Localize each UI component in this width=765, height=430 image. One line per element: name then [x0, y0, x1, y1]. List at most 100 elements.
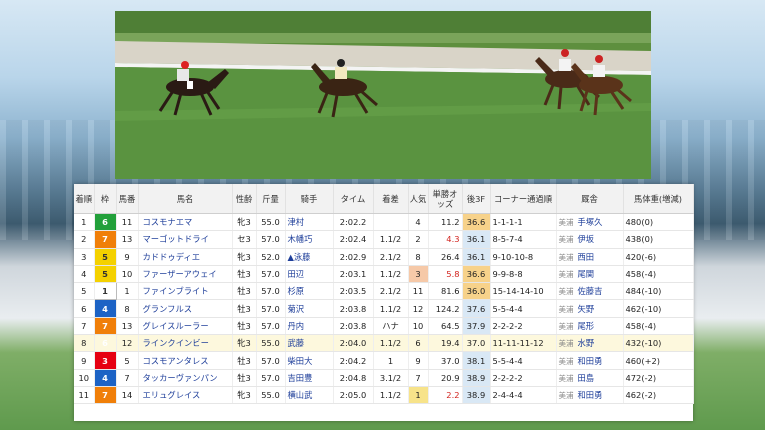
number-cell: 1 — [116, 282, 139, 301]
corner-cell: 2-2-2-2 — [490, 317, 557, 336]
trainer-cell[interactable]: 美浦 田島 — [556, 369, 624, 387]
jockey-link[interactable]: 武藤 — [285, 334, 334, 353]
sexage-cell: セ3 — [232, 230, 257, 249]
trainer-link[interactable]: 手塚久 — [578, 217, 603, 227]
horse-name-link[interactable]: ファーザーアウェイ — [138, 265, 233, 284]
frame-cell: 6 — [94, 334, 117, 353]
table-row[interactable]: 3 5 9 カドドゥディエ 牝3 52.0 ▲泳藤 2:02.9 2.1/2 8 26.4 36.1 9… — [74, 248, 694, 266]
frame-cell: 6 — [94, 213, 117, 232]
jockey-link[interactable]: 吉田豊 — [285, 369, 334, 387]
table-row[interactable]: 8 6 12 ラインクインビー 牝3 55.0 武藤 2:04.0 1.1/2 6 19.4 37.0… — [74, 334, 694, 353]
last3f-cell: 36.6 — [462, 213, 491, 232]
horse-name-link[interactable]: カドドゥディエ — [138, 248, 233, 266]
bodyweight-cell: 472(-2) — [623, 369, 694, 387]
table-row[interactable]: 1 6 11 コスモナエマ 牝3 55.0 津村 2:02.2 4 11.2 36.6 1-1-1-1… — [74, 213, 694, 232]
last3f-cell: 36.1 — [462, 248, 491, 266]
popularity-cell: 9 — [408, 351, 429, 370]
number-cell: 10 — [116, 265, 139, 284]
time-cell: 2:03.5 — [333, 282, 374, 301]
popularity-cell: 1 — [408, 386, 429, 405]
last3f-cell: 38.9 — [462, 369, 491, 387]
trainer-cell[interactable]: 美浦 伊坂 — [556, 230, 624, 249]
odds-cell: 124.2 — [428, 299, 463, 318]
rank-cell: 4 — [74, 265, 95, 284]
table-row[interactable]: 4 5 10 ファーザーアウェイ 牡3 57.0 田辺 2:03.1 1.1/2 3 5.8 36.6… — [74, 265, 694, 284]
race-scene — [115, 11, 651, 179]
trainer-cell[interactable]: 美浦 水野 — [556, 334, 624, 353]
horse-name-link[interactable]: ラインクインビー — [138, 334, 233, 353]
weight-cell: 57.0 — [256, 317, 286, 336]
jockey-link[interactable]: 木幡巧 — [285, 230, 334, 249]
header-corner: コーナー通過順 — [490, 184, 557, 214]
horse-name-link[interactable]: ファインブライト — [138, 282, 233, 301]
time-cell: 2:04.8 — [333, 369, 374, 387]
odds-cell: 11.2 — [428, 213, 463, 232]
bodyweight-cell: 458(-4) — [623, 317, 694, 336]
trainer-link[interactable]: 佐藤吉 — [578, 286, 603, 296]
header-number: 馬番 — [116, 184, 139, 214]
horse-name-link[interactable]: マーゴットドライ — [138, 230, 233, 249]
trainer-cell[interactable]: 美浦 尾関 — [556, 265, 624, 284]
jockey-link[interactable]: 丹内 — [285, 317, 334, 336]
trainer-link[interactable]: 和田勇 — [578, 390, 603, 400]
trainer-link[interactable]: 水野 — [578, 338, 595, 348]
jockey-link[interactable]: 津村 — [285, 213, 334, 232]
header-jockey: 騎手 — [285, 184, 334, 214]
jockey-link[interactable]: 杉原 — [285, 282, 334, 301]
margin-cell: 1.1/2 — [373, 299, 409, 318]
trainer-link[interactable]: 田島 — [578, 373, 595, 383]
popularity-cell: 6 — [408, 334, 429, 353]
bodyweight-cell: 480(0) — [623, 213, 694, 232]
bodyweight-cell: 484(-10) — [623, 282, 694, 301]
sexage-cell: 牡3 — [232, 265, 257, 284]
table-row[interactable]: 11 7 14 エリュグレイス 牝3 55.0 横山武 2:05.0 1.1/2 1 2.2 38.9… — [74, 386, 694, 405]
trainer-cell[interactable]: 美浦 尾形 — [556, 317, 624, 336]
trainer-link[interactable]: 尾形 — [578, 321, 595, 331]
header-weight: 斤量 — [256, 184, 286, 214]
trainer-link[interactable]: 西田 — [578, 252, 595, 262]
horse-name-link[interactable]: コスモナエマ — [138, 213, 233, 232]
horse-name-link[interactable]: タッカーヴァンパン — [138, 369, 233, 387]
popularity-cell: 11 — [408, 282, 429, 301]
table-row[interactable]: 10 4 7 タッカーヴァンパン 牡3 57.0 吉田豊 2:04.8 3.1/2 7 20.9 38… — [74, 369, 694, 387]
trainer-cell[interactable]: 美浦 矢野 — [556, 299, 624, 318]
jockey-link[interactable]: 菊沢 — [285, 299, 334, 318]
table-row[interactable]: 2 7 13 マーゴットドライ セ3 57.0 木幡巧 2:02.4 1.1/2 2 4.3 36.1… — [74, 230, 694, 249]
number-cell: 9 — [116, 248, 139, 266]
trainer-cell[interactable]: 美浦 佐藤吉 — [556, 282, 624, 301]
time-cell: 2:03.8 — [333, 299, 374, 318]
jockey-link[interactable]: 柴田大 — [285, 351, 334, 370]
trainer-link[interactable]: 矢野 — [578, 304, 595, 314]
horse-name-link[interactable]: コスモアンタレス — [138, 351, 233, 370]
trainer-area: 美浦 — [558, 391, 574, 401]
margin-cell: 2.1/2 — [373, 248, 409, 266]
jockey-link[interactable]: 田辺 — [285, 265, 334, 284]
trainer-link[interactable]: 尾関 — [578, 269, 595, 279]
time-cell: 2:03.8 — [333, 317, 374, 336]
weight-cell: 55.0 — [256, 386, 286, 405]
corner-cell: 11-11-11-12 — [490, 334, 557, 353]
header-time: タイム — [333, 184, 374, 214]
trainer-cell[interactable]: 美浦 手塚久 — [556, 213, 624, 232]
trainer-cell[interactable]: 美浦 和田勇 — [556, 351, 624, 370]
table-row[interactable]: 5 1 1 ファインブライト 牡3 57.0 杉原 2:03.5 2.1/2 11 81.6 36.0… — [74, 282, 694, 301]
trainer-cell[interactable]: 美浦 和田勇 — [556, 386, 624, 405]
table-row[interactable]: 9 3 5 コスモアンタレス 牡3 57.0 柴田大 2:04.2 1 9 37.0 38.1 5-5-… — [74, 351, 694, 370]
trainer-cell[interactable]: 美浦 西田 — [556, 248, 624, 266]
bodyweight-cell: 420(-6) — [623, 248, 694, 266]
last3f-cell: 36.6 — [462, 265, 491, 284]
table-row[interactable]: 7 7 13 グレイスルーラー 牡3 57.0 丹内 2:03.8 ハナ 10 64.5 37.9 2-… — [74, 317, 694, 336]
time-cell: 2:03.1 — [333, 265, 374, 284]
frame-cell: 5 — [94, 265, 117, 284]
table-row[interactable]: 6 4 8 グランフルス 牡3 57.0 菊沢 2:03.8 1.1/2 12 124.2 37.6 5… — [74, 299, 694, 318]
race-video[interactable] — [115, 11, 651, 179]
jockey-link[interactable]: 横山武 — [285, 386, 334, 405]
trainer-link[interactable]: 伊坂 — [578, 234, 595, 244]
trainer-area: 美浦 — [558, 356, 574, 366]
horse-name-link[interactable]: グレイスルーラー — [138, 317, 233, 336]
number-cell: 13 — [116, 230, 139, 249]
horse-name-link[interactable]: エリュグレイス — [138, 386, 233, 405]
jockey-link[interactable]: ▲泳藤 — [285, 248, 334, 266]
horse-name-link[interactable]: グランフルス — [138, 299, 233, 318]
trainer-link[interactable]: 和田勇 — [578, 356, 603, 366]
